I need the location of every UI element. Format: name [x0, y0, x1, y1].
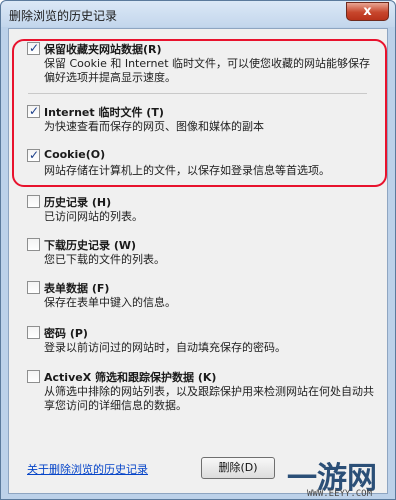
option-description: 登录以前访问过的网站时，自动填充保存的密码。	[44, 341, 286, 354]
history-checkbox[interactable]	[27, 195, 40, 208]
option-passwords[interactable]: 密码 (P) 登录以前访问过的网站时，自动填充保存的密码。	[27, 325, 372, 355]
watermark-url: WWW.EEYY.COM	[307, 489, 373, 499]
form-data-checkbox[interactable]	[27, 281, 40, 294]
highlight-annotation	[12, 39, 387, 187]
delete-button[interactable]: 删除(D)	[201, 457, 275, 479]
option-download-history[interactable]: 下载历史记录 (W) 您已下载的文件的列表。	[27, 237, 372, 267]
option-history[interactable]: 历史记录 (H) 已访问网站的列表。	[27, 194, 372, 224]
activex-checkbox[interactable]	[27, 370, 40, 383]
dialog-window: 删除浏览的历史记录 x ✓ 保留收藏夹网站数据(R) 保留 Cookie 和 I…	[0, 0, 396, 500]
site-watermark-logo: 一游网 WWW.EEYY.COM	[287, 453, 396, 500]
option-description: 已访问网站的列表。	[44, 210, 143, 223]
window-title: 删除浏览的历史记录	[9, 9, 118, 23]
option-label: 表单数据 (F)	[44, 282, 110, 295]
close-button[interactable]: x	[346, 2, 389, 21]
option-label: 历史记录 (H)	[44, 196, 112, 209]
option-label: 密码 (P)	[44, 327, 88, 340]
about-delete-history-link[interactable]: 关于删除浏览的历史记录	[27, 461, 148, 477]
option-description: 从筛选中排除的网站列表，以及跟踪保护用来检测网站在何处自动共享您访问的详细信息的…	[44, 385, 374, 412]
option-description: 保存在表单中键入的信息。	[44, 296, 176, 309]
option-label: 下载历史记录 (W)	[44, 239, 137, 252]
option-label: ActiveX 筛选和跟踪保护数据 (K)	[44, 371, 217, 384]
title-bar[interactable]: 删除浏览的历史记录 x	[1, 1, 395, 27]
option-activex-tracking[interactable]: ActiveX 筛选和跟踪保护数据 (K) 从筛选中排除的网站列表，以及跟踪保护…	[27, 369, 374, 413]
option-description: 您已下载的文件的列表。	[44, 253, 165, 266]
option-form-data[interactable]: 表单数据 (F) 保存在表单中键入的信息。	[27, 280, 372, 310]
download-history-checkbox[interactable]	[27, 238, 40, 251]
passwords-checkbox[interactable]	[27, 326, 40, 339]
close-icon: x	[363, 4, 372, 19]
